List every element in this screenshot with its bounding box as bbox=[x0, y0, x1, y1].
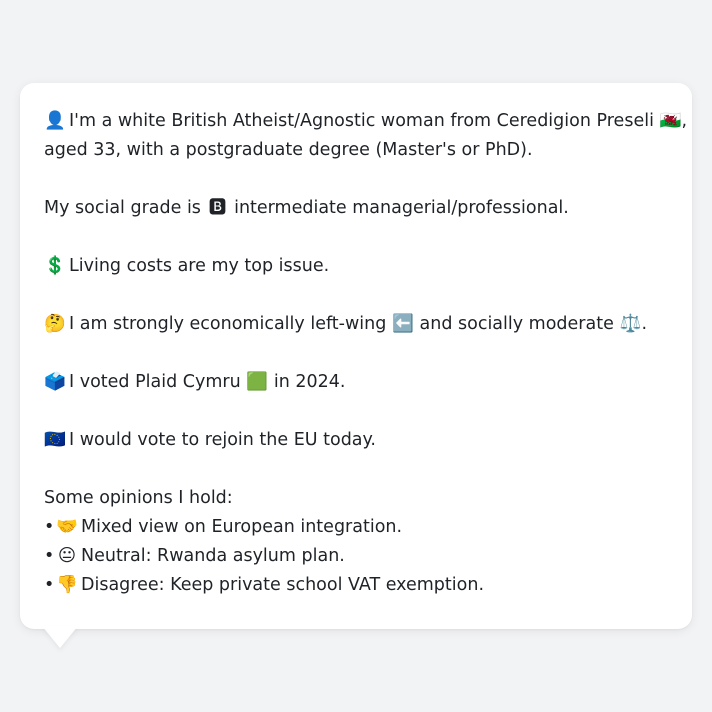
bullet: • bbox=[44, 546, 55, 566]
person-icon: 👤 bbox=[44, 111, 66, 131]
dollar-icon: 💲 bbox=[44, 256, 66, 276]
eu-text: I would vote to rejoin the EU today. bbox=[69, 430, 376, 450]
vote-line: 🗳️ I voted Plaid Cymru 🟩 in 2024. bbox=[44, 368, 668, 397]
ideology-line: 🤔 I am strongly economically left-wing ⬅️… bbox=[44, 310, 668, 339]
opinion-text: Neutral: Rwanda asylum plan. bbox=[81, 546, 345, 566]
opinions-heading: Some opinions I hold: bbox=[44, 488, 233, 508]
ballot-box-icon: 🗳️ bbox=[44, 372, 66, 392]
handshake-icon: 🤝 bbox=[56, 517, 78, 537]
social-grade-line: My social grade is 🅱 intermediate manage… bbox=[44, 194, 668, 223]
intro-text: I'm a white British Atheist/Agnostic wom… bbox=[69, 111, 654, 131]
opinion-text: Mixed view on European integration. bbox=[81, 517, 403, 537]
intro-line-1: 👤 I'm a white British Atheist/Agnostic wo… bbox=[44, 107, 687, 136]
grade-b-badge-icon: 🅱 bbox=[208, 198, 227, 218]
ideology-period: . bbox=[641, 314, 648, 334]
ideology-economic-text: I am strongly economically left-wing bbox=[69, 314, 387, 334]
wales-flag-icon: 🏴󠁧󠁢󠁷󠁬󠁳󠁿 bbox=[659, 111, 682, 131]
left-arrow-icon: ⬅️ bbox=[392, 314, 414, 334]
ideology-social-text: and socially moderate bbox=[419, 314, 614, 334]
intro-comma: , bbox=[681, 111, 688, 131]
thumbs-down-icon: 👎 bbox=[56, 575, 78, 595]
bubble-tail bbox=[42, 626, 78, 648]
vote-text: I voted Plaid Cymru bbox=[69, 372, 241, 392]
opinion-item: • 🤝 Mixed view on European integration. bbox=[44, 513, 668, 542]
top-issue-text: Living costs are my top issue. bbox=[69, 256, 330, 276]
bullet: • bbox=[44, 575, 55, 595]
persona-message-bubble: 👤 I'm a white British Atheist/Agnostic wo… bbox=[20, 83, 692, 629]
top-issue-line: 💲 Living costs are my top issue. bbox=[44, 252, 668, 281]
neutral-face-icon: 😐 bbox=[57, 546, 77, 566]
opinion-item: • 👎 Disagree: Keep private school VAT exem… bbox=[44, 571, 668, 600]
green-square-icon: 🟩 bbox=[246, 372, 269, 392]
intro-line-2: aged 33, with a postgraduate degree (Mas… bbox=[44, 140, 533, 160]
thinking-face-icon: 🤔 bbox=[44, 314, 66, 334]
balance-scale-icon: ⚖️ bbox=[619, 314, 642, 334]
eu-line: 🇪🇺 I would vote to rejoin the EU today. bbox=[44, 426, 668, 455]
social-grade-text: intermediate managerial/professional. bbox=[234, 198, 569, 218]
bullet: • bbox=[44, 517, 55, 537]
opinion-item: • 😐 Neutral: Rwanda asylum plan. bbox=[44, 542, 668, 571]
opinion-text: Disagree: Keep private school VAT exempt… bbox=[81, 575, 485, 595]
vote-year-text: in 2024. bbox=[273, 372, 346, 392]
social-grade-prefix: My social grade is bbox=[44, 198, 201, 218]
eu-flag-icon: 🇪🇺 bbox=[44, 430, 66, 450]
